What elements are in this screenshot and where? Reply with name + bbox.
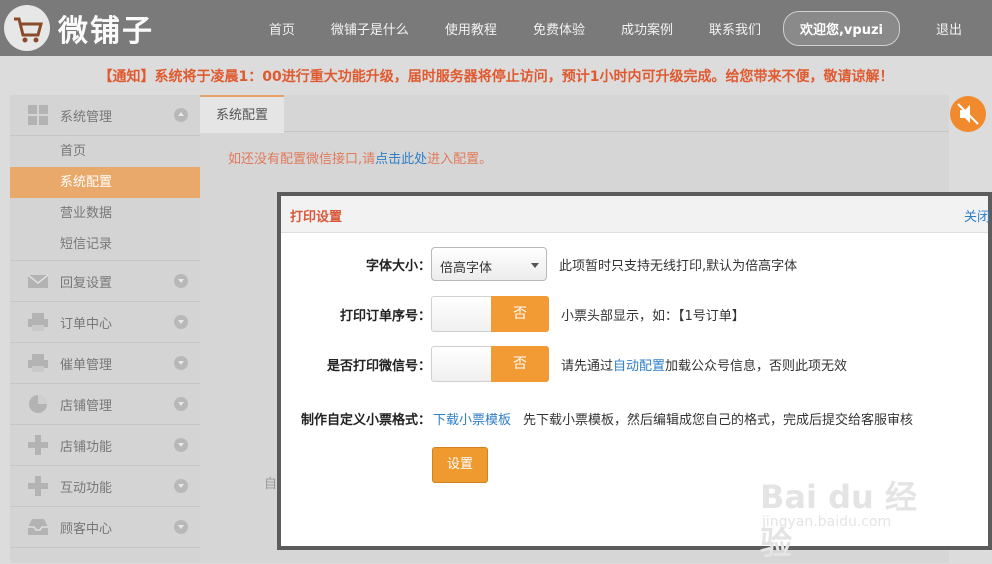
sidebar-group-label: 店铺管理 <box>60 398 113 414</box>
row-font-size: 字体大小： 倍高字体 此项暂时只支持无线打印,默认为倍高字体 <box>281 246 797 282</box>
chevron-down-icon[interactable] <box>174 315 188 329</box>
sidebar-group-orders[interactable]: 订单中心 <box>10 302 200 343</box>
font-size-desc: 此项暂时只支持无线打印,默认为倍高字体 <box>559 258 798 274</box>
font-size-select[interactable]: 倍高字体 <box>431 247 547 281</box>
custom-format-label: 制作自定义小票格式： <box>300 412 431 428</box>
sidebar-group-label: 催单管理 <box>60 357 113 373</box>
row-print-wechat: 是否打印微信号： 否 请先通过自动配置加载公众号信息，否则此项无效 <box>281 346 847 382</box>
desc-suffix: 加载公众号信息，否则此项无效 <box>665 358 848 374</box>
chevron-down-icon[interactable] <box>174 397 188 411</box>
row-custom-format: 制作自定义小票格式： 下载小票模板 先下载小票模板，然后编辑成您自己的格式，完成… <box>281 400 913 436</box>
tab-system-config[interactable]: 系统配置 <box>200 95 285 133</box>
font-size-value: 倍高字体 <box>440 261 493 276</box>
cart-logo-icon <box>4 5 50 51</box>
sidebar-item-system-config[interactable]: 系统配置 <box>10 167 200 198</box>
print-order-no-toggle[interactable]: 否 <box>431 296 549 332</box>
background-label: 自 <box>264 477 278 492</box>
sidebar-group-system[interactable]: 系统管理 <box>10 95 200 136</box>
sidebar-group-label: 回复设置 <box>60 275 113 291</box>
dialog-title: 打印设置 <box>290 210 343 225</box>
chevron-down-icon[interactable] <box>174 356 188 370</box>
inbox-icon <box>28 519 48 535</box>
grid-icon <box>28 105 48 125</box>
print-order-no-desc: 小票头部显示，如：【1号订单】 <box>561 308 745 324</box>
nav-free-trial[interactable]: 免费体验 <box>533 19 585 38</box>
nav-tutorial[interactable]: 使用教程 <box>445 19 497 38</box>
hint-link[interactable]: 点击此处 <box>375 152 427 167</box>
font-size-label: 字体大小： <box>365 258 431 274</box>
printer-icon <box>28 354 48 372</box>
download-template-link[interactable]: 下载小票模板 <box>433 409 511 428</box>
print-wechat-label: 是否打印微信号： <box>326 358 431 374</box>
printer-icon <box>28 313 48 331</box>
dialog-header: 打印设置 关闭 <box>281 196 990 233</box>
custom-format-desc: 先下载小票模板，然后编辑成您自己的格式，完成后提交给客服审核 <box>523 412 914 428</box>
logout-link[interactable]: 退出 <box>936 19 962 38</box>
sidebar: 系统管理 首页 系统配置 营业数据 短信记录 回复设置 订单中心 催单管理 店铺… <box>10 95 200 563</box>
toggle-off-label: 否 <box>491 296 549 332</box>
sidebar-group-label: 系统管理 <box>60 109 113 125</box>
chevron-down-icon[interactable] <box>174 274 188 288</box>
sidebar-group-customers[interactable]: 顾客中心 <box>10 507 200 548</box>
mail-icon <box>28 274 48 288</box>
brand-name: 微铺子 <box>58 14 154 49</box>
chevron-down-icon[interactable] <box>174 479 188 493</box>
sidebar-item-home[interactable]: 首页 <box>10 136 200 167</box>
system-notice: 【通知】系统将于凌晨1：00进行重大功能升级，届时服务器将停止访问，预计1小时内… <box>98 69 894 85</box>
plus-icon <box>28 476 48 496</box>
nav-about[interactable]: 微铺子是什么 <box>331 19 409 38</box>
desc-prefix: 请先通过 <box>561 358 614 374</box>
sidebar-group-interactive[interactable]: 互动功能 <box>10 466 200 507</box>
top-bar: 微铺子 首页 微铺子是什么 使用教程 免费体验 成功案例 联系我们 欢迎您,vp… <box>0 0 992 56</box>
hint-suffix: 进入配置。 <box>427 152 493 167</box>
sidebar-group-label: 订单中心 <box>60 316 113 332</box>
mute-icon[interactable] <box>950 96 986 132</box>
pie-icon <box>29 395 47 413</box>
sidebar-group-reminders[interactable]: 催单管理 <box>10 343 200 384</box>
nav-home[interactable]: 首页 <box>269 19 295 38</box>
caret-down-icon <box>531 263 539 268</box>
baidu-watermark: Bai du 经验 jingyan.baidu.com <box>760 452 940 562</box>
tab-bar: 系统配置 <box>200 95 949 133</box>
config-hint: 如还没有配置微信接口,请点击此处进入配置。 <box>228 148 949 167</box>
logo[interactable]: 微铺子 <box>4 4 154 52</box>
sidebar-group-label: 店铺功能 <box>60 439 113 455</box>
sidebar-item-sms-records[interactable]: 短信记录 <box>10 229 200 260</box>
watermark-subtext: jingyan.baidu.com <box>762 514 892 530</box>
sidebar-group-store-functions[interactable]: 店铺功能 <box>10 425 200 466</box>
chevron-up-icon[interactable] <box>174 108 188 122</box>
submit-button[interactable]: 设置 <box>432 447 488 483</box>
print-order-no-label: 打印订单序号： <box>339 308 431 324</box>
sidebar-group-reply[interactable]: 回复设置 <box>10 260 200 302</box>
nav-contact[interactable]: 联系我们 <box>709 19 761 38</box>
close-button[interactable]: 关闭 <box>964 206 990 225</box>
sidebar-group-label: 顾客中心 <box>60 521 113 537</box>
toggle-off-label: 否 <box>491 346 549 382</box>
hint-prefix: 如还没有配置微信接口,请 <box>228 152 376 167</box>
user-greeting[interactable]: 欢迎您,vpuzi <box>782 10 900 46</box>
auto-config-link[interactable]: 自动配置 <box>613 359 665 374</box>
chevron-down-icon[interactable] <box>174 520 188 534</box>
chevron-down-icon[interactable] <box>174 438 188 452</box>
plus-icon <box>28 435 48 455</box>
row-print-order-no: 打印订单序号： 否 小票头部显示，如：【1号订单】 <box>281 296 745 332</box>
nav-cases[interactable]: 成功案例 <box>621 19 673 38</box>
print-wechat-toggle[interactable]: 否 <box>431 346 549 382</box>
top-nav: 首页 微铺子是什么 使用教程 免费体验 成功案例 联系我们 欢迎您,vpuzi … <box>233 0 962 56</box>
print-wechat-desc: 请先通过自动配置加载公众号信息，否则此项无效 <box>561 355 847 374</box>
sidebar-item-business-data[interactable]: 营业数据 <box>10 198 200 229</box>
sidebar-group-store[interactable]: 店铺管理 <box>10 384 200 425</box>
sidebar-group-label: 互动功能 <box>60 480 113 496</box>
